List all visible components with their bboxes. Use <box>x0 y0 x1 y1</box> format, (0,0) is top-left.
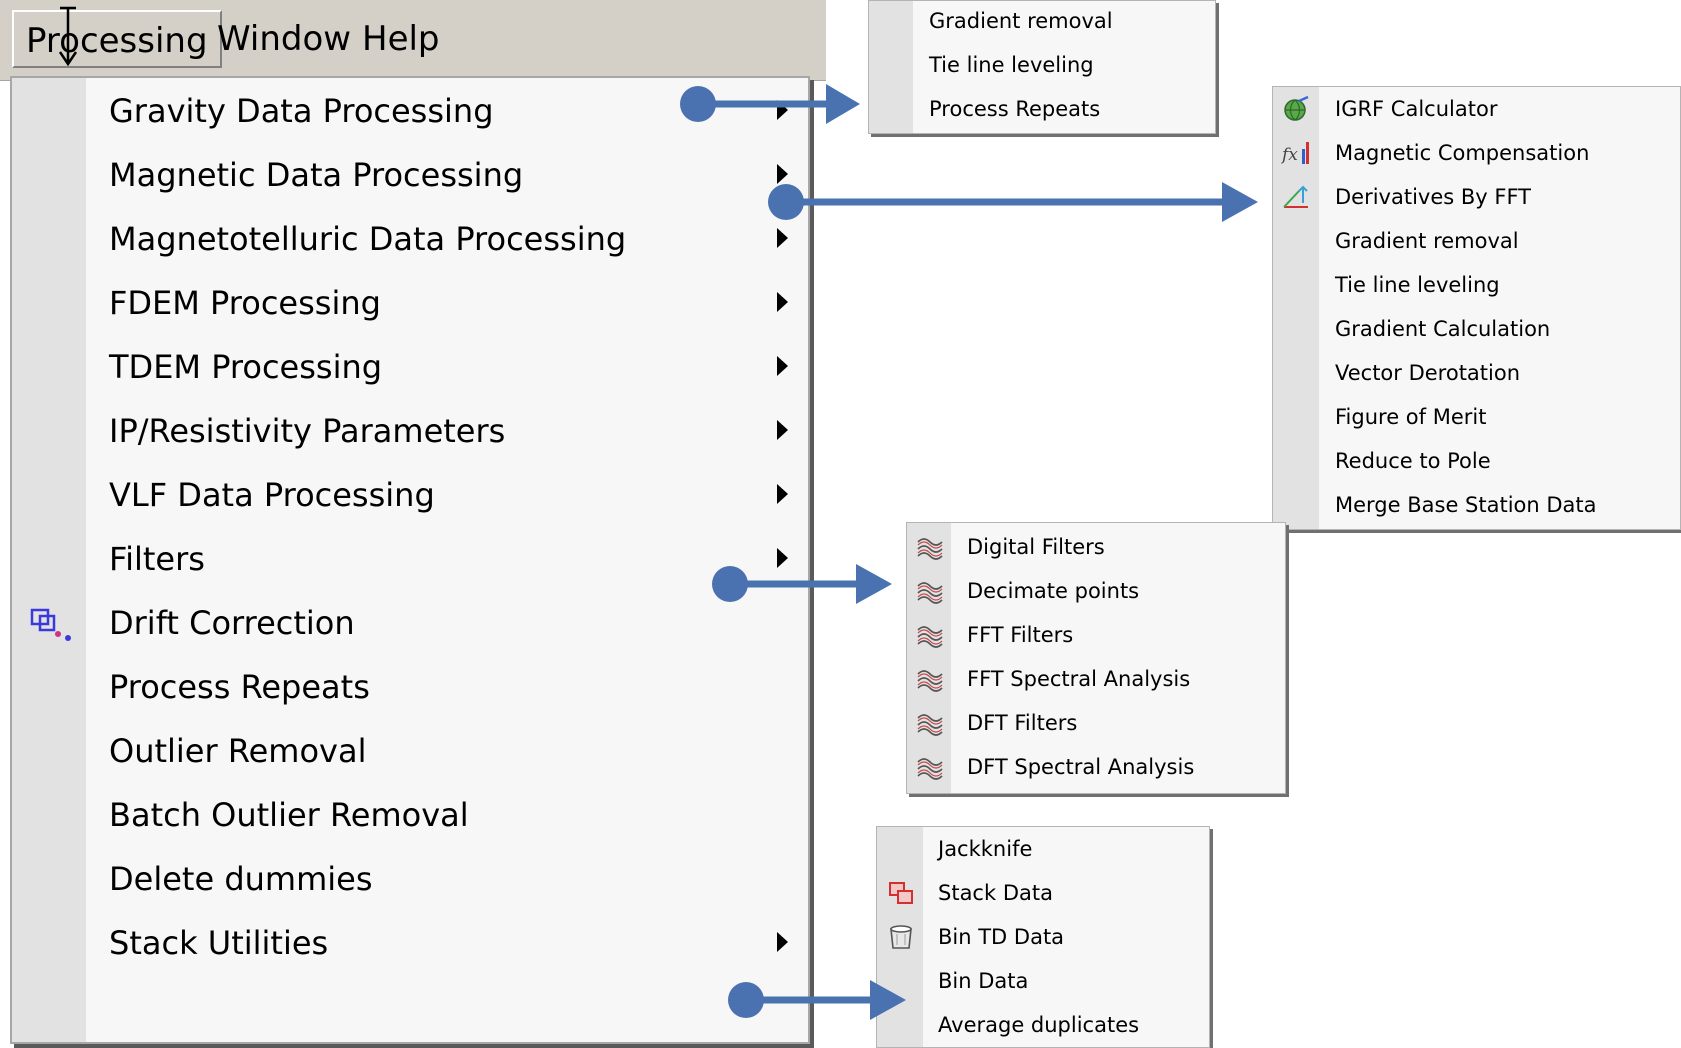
callout-arrow-stack-utilities <box>728 980 906 1020</box>
callout-arrow-magnetic <box>768 182 1258 222</box>
callout-arrows <box>680 84 1258 1020</box>
callout-arrow-gravity <box>680 84 860 124</box>
callout-arrow-filters <box>712 564 892 604</box>
